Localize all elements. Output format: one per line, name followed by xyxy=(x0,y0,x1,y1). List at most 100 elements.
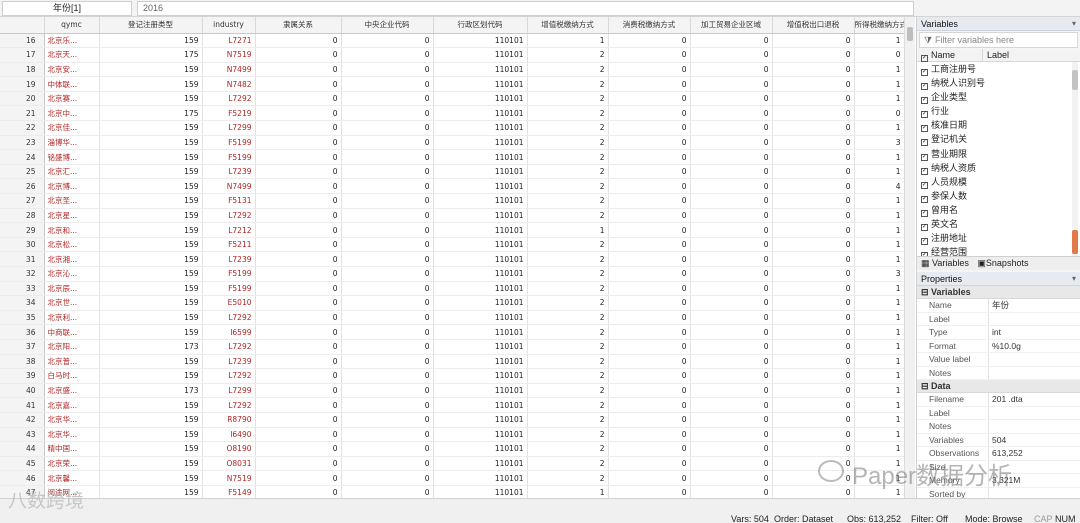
table-cell[interactable]: 0 xyxy=(608,208,691,224)
table-cell[interactable]: O8031 xyxy=(202,456,256,472)
table-cell[interactable]: 0 xyxy=(255,485,342,498)
table-cell[interactable]: 110101 xyxy=(433,456,528,472)
table-cell[interactable]: 0 xyxy=(608,76,691,92)
table-cell[interactable]: 0 xyxy=(772,91,855,107)
variable-item[interactable]: ✓ 经营范围 xyxy=(917,245,1080,256)
table-cell[interactable]: 0 xyxy=(690,354,773,370)
table-cell[interactable]: 0 xyxy=(608,135,691,151)
variable-checkbox[interactable]: ✓ xyxy=(921,83,928,91)
table-cell[interactable]: 北京乐... xyxy=(44,33,100,49)
grid-vertical-scrollbar[interactable] xyxy=(904,17,915,498)
property-row[interactable]: Name 年份 xyxy=(917,299,1080,313)
table-cell[interactable]: 0 xyxy=(690,266,773,282)
table-cell[interactable]: 110101 xyxy=(433,251,528,267)
table-cell[interactable]: 110101 xyxy=(433,62,528,78)
table-cell[interactable]: 159 xyxy=(99,427,203,443)
table-cell[interactable]: 0 xyxy=(341,441,434,457)
table-cell[interactable]: 2 xyxy=(527,281,609,297)
table-cell[interactable]: 2 xyxy=(527,135,609,151)
table-cell[interactable]: F5199 xyxy=(202,266,256,282)
table-cell[interactable]: 0 xyxy=(341,266,434,282)
table-cell[interactable]: F5211 xyxy=(202,237,256,253)
select-all-checkbox[interactable]: ✓ xyxy=(921,55,928,62)
table-cell[interactable]: 1 xyxy=(854,193,904,209)
column-header[interactable]: 增值税缴纳方式 xyxy=(527,17,609,34)
table-cell[interactable]: 0 xyxy=(608,149,691,165)
table-cell[interactable]: 0 xyxy=(255,120,342,136)
table-cell[interactable]: 0 xyxy=(690,427,773,443)
table-cell[interactable]: 北京普... xyxy=(44,354,100,370)
table-cell[interactable]: 0 xyxy=(690,178,773,195)
table-cell[interactable]: L7239 xyxy=(202,251,256,267)
table-cell[interactable]: 0 xyxy=(608,237,691,253)
table-cell[interactable]: L7292 xyxy=(202,397,256,413)
variables-section-header[interactable]: ⊟ Variables xyxy=(917,286,1080,299)
table-cell[interactable]: 0 xyxy=(690,368,773,384)
table-cell[interactable]: 0 xyxy=(772,47,855,63)
table-cell[interactable]: E5010 xyxy=(202,295,256,311)
tab-snapshots[interactable]: ▣Snapshots xyxy=(977,258,1028,268)
table-cell[interactable]: 北京汇... xyxy=(44,164,100,180)
table-cell[interactable]: 0 xyxy=(772,368,855,384)
variable-item[interactable]: ✓ 人员规模 xyxy=(917,175,1080,189)
table-cell[interactable]: 110101 xyxy=(433,178,528,195)
table-cell[interactable]: 0 xyxy=(341,281,434,297)
table-cell[interactable]: 110101 xyxy=(433,266,528,282)
table-cell[interactable]: 0 xyxy=(341,485,434,498)
table-cell[interactable]: 159 xyxy=(99,251,203,267)
table-cell[interactable]: 110101 xyxy=(433,354,528,370)
table-cell[interactable]: 159 xyxy=(99,149,203,165)
table-cell[interactable]: 0 xyxy=(690,397,773,413)
table-cell[interactable]: 2 xyxy=(527,164,609,180)
table-cell[interactable]: L7292 xyxy=(202,91,256,107)
table-cell[interactable]: 0 xyxy=(255,383,342,399)
table-cell[interactable]: 中体联... xyxy=(44,76,100,92)
table-cell[interactable]: 0 xyxy=(255,354,342,370)
table-cell[interactable]: 0 xyxy=(772,266,855,282)
table-cell[interactable]: 北京利... xyxy=(44,310,100,326)
table-cell[interactable]: 1 xyxy=(854,310,904,326)
table-cell[interactable]: F5199 xyxy=(202,149,256,165)
table-cell[interactable]: 1 xyxy=(527,33,609,49)
table-cell[interactable]: 淄博华... xyxy=(44,135,100,151)
table-cell[interactable]: 0 xyxy=(608,339,691,355)
table-cell[interactable]: 1 xyxy=(854,427,904,443)
table-cell[interactable]: 北京沁... xyxy=(44,266,100,282)
table-cell[interactable]: 0 xyxy=(608,324,691,340)
variable-item[interactable]: ✓ 纳税人资质 xyxy=(917,161,1080,175)
table-cell[interactable]: 110101 xyxy=(433,76,528,92)
table-cell[interactable]: 0 xyxy=(255,251,342,267)
table-cell[interactable]: 173 xyxy=(99,383,203,399)
table-cell[interactable]: 159 xyxy=(99,441,203,457)
table-cell[interactable]: 2 xyxy=(527,412,609,428)
table-cell[interactable]: 0 xyxy=(255,281,342,297)
property-row[interactable]: Notes xyxy=(917,420,1080,434)
table-cell[interactable]: 0 xyxy=(255,412,342,428)
table-cell[interactable]: 0 xyxy=(772,62,855,78)
table-cell[interactable]: 0 xyxy=(341,412,434,428)
table-cell[interactable]: 2 xyxy=(527,105,609,122)
table-cell[interactable]: F5199 xyxy=(202,281,256,297)
table-cell[interactable]: 110101 xyxy=(433,237,528,253)
table-cell[interactable]: 0 xyxy=(608,295,691,311)
table-cell[interactable]: 0 xyxy=(255,135,342,151)
table-cell[interactable]: 0 xyxy=(608,427,691,443)
table-cell[interactable]: 0 xyxy=(255,47,342,63)
table-cell[interactable]: 0 xyxy=(255,33,342,49)
variable-checkbox[interactable]: ✓ xyxy=(921,125,928,133)
variable-item[interactable]: ✓ 注册地址 xyxy=(917,231,1080,246)
table-cell[interactable]: 0 xyxy=(341,368,434,384)
table-cell[interactable]: 0 xyxy=(341,76,434,92)
filter-variables-input[interactable]: ⧩ Filter variables here xyxy=(919,32,1078,48)
table-cell[interactable]: 0 xyxy=(255,456,342,472)
table-cell[interactable]: 1 xyxy=(527,222,609,238)
table-cell[interactable]: 精中国... xyxy=(44,441,100,457)
table-cell[interactable]: 110101 xyxy=(433,135,528,151)
table-cell[interactable]: L7292 xyxy=(202,310,256,326)
table-cell[interactable]: 0 xyxy=(341,208,434,224)
property-row[interactable]: Type int xyxy=(917,326,1080,340)
table-cell[interactable]: R8790 xyxy=(202,412,256,428)
table-cell[interactable]: 北京馨... xyxy=(44,470,100,486)
variable-checkbox[interactable]: ✓ xyxy=(921,252,928,256)
variable-item[interactable]: ✓ 曾用名 xyxy=(917,203,1080,217)
